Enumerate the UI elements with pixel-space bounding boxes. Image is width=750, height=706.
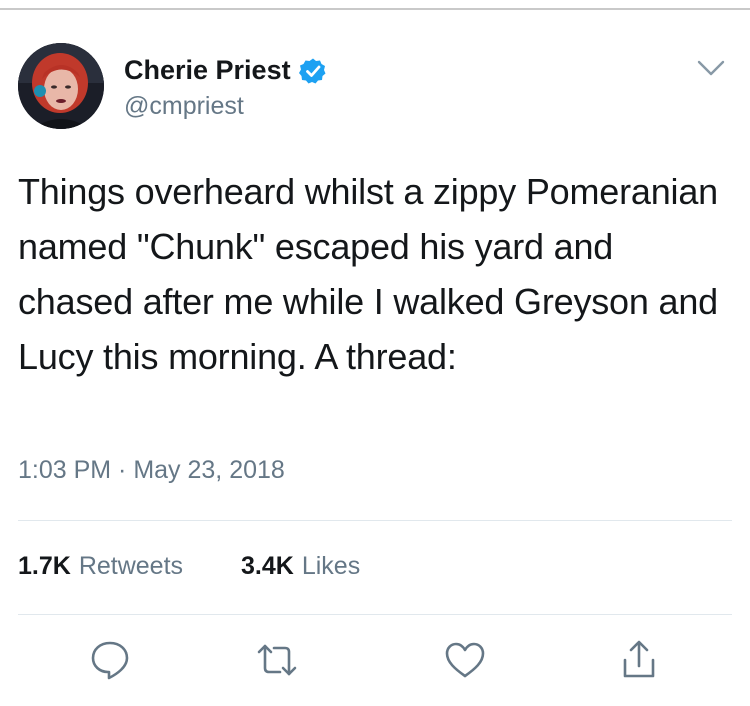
likes-stat[interactable]: 3.4K Likes [241,552,360,581]
tweet-detail-page: Cherie Priest @cmpriest Things overheard… [0,0,750,706]
tweet-text: Things overheard whilst a zippy Pomerani… [18,171,718,377]
verified-badge-icon [298,57,327,85]
share-button[interactable] [617,638,661,682]
tweet-stats: 1.7K Retweets 3.4K Likes [18,552,418,581]
tweet-timestamp[interactable]: 1:03 PM · May 23, 2018 [18,456,285,485]
avatar-photo [18,43,104,129]
author-handle[interactable]: @cmpriest [124,92,244,121]
avatar[interactable] [18,43,104,129]
share-icon [623,640,655,678]
chevron-down-icon[interactable] [694,56,728,80]
like-button[interactable] [443,638,487,682]
retweet-button[interactable] [255,638,299,682]
reply-button[interactable] [88,638,132,682]
divider [18,520,732,521]
author-name[interactable]: Cherie Priest [124,55,327,86]
divider [18,614,732,615]
retweets-count: 1.7K [18,552,71,580]
retweets-label: Retweets [78,552,184,580]
retweet-icon [257,644,297,676]
author-name-text: Cherie Priest [124,55,291,85]
reply-icon [91,641,129,680]
likes-label: Likes [301,552,361,580]
top-divider [0,8,750,10]
retweets-stat[interactable]: 1.7K Retweets [18,552,183,581]
likes-count: 3.4K [241,552,294,580]
like-icon [445,642,485,678]
